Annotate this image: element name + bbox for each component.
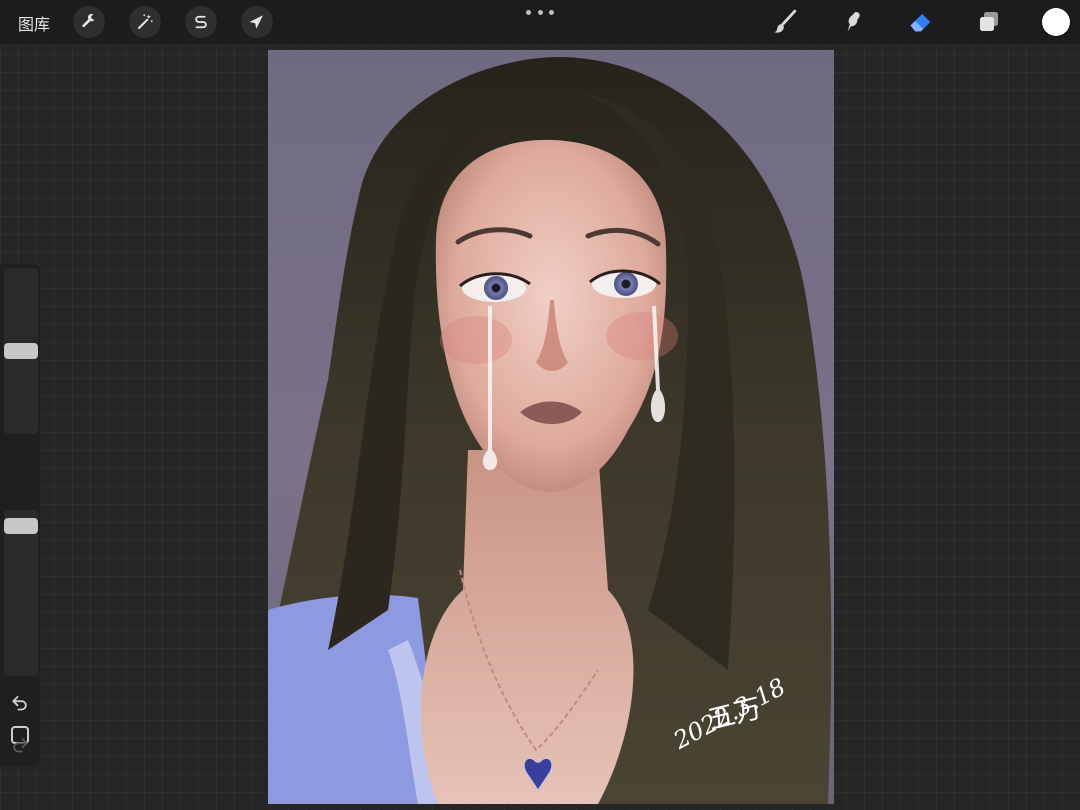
top-toolbar: 图库 <box>0 0 1080 44</box>
brush-tool-button[interactable] <box>769 6 801 38</box>
drawing-canvas[interactable] <box>268 50 834 804</box>
undo-icon <box>12 696 27 711</box>
left-sidebar <box>0 264 40 766</box>
wrench-icon <box>82 13 96 28</box>
actions-button[interactable] <box>73 6 105 38</box>
dot-icon <box>549 9 554 15</box>
magic-wand-icon <box>138 14 153 29</box>
dot-icon <box>537 9 543 15</box>
transform-button[interactable] <box>241 6 273 38</box>
smudge-icon <box>847 11 860 32</box>
color-swatch-button[interactable] <box>1042 8 1070 36</box>
brush-size-slider-thumb[interactable] <box>4 343 38 359</box>
selection-s-icon <box>195 15 207 29</box>
opacity-slider-thumb[interactable] <box>4 517 38 534</box>
undo-button[interactable] <box>8 690 32 714</box>
arrow-cursor-icon <box>249 15 263 29</box>
adjustments-button[interactable] <box>129 6 161 38</box>
brush-icon <box>774 9 797 33</box>
layers-button[interactable] <box>973 6 1005 38</box>
redo-icon <box>13 738 28 753</box>
smudge-tool-button[interactable] <box>837 6 869 38</box>
opacity-slider[interactable] <box>4 510 38 676</box>
eraser-icon <box>910 13 931 32</box>
redo-button[interactable] <box>8 732 32 756</box>
artwork-illustration <box>268 57 832 804</box>
selection-button[interactable] <box>185 6 217 38</box>
gallery-button[interactable]: 图库 <box>18 11 50 35</box>
eraser-tool-button[interactable] <box>905 6 937 38</box>
layers-icon <box>980 12 998 31</box>
more-options-button[interactable] <box>526 4 554 20</box>
dot-icon <box>526 9 531 15</box>
